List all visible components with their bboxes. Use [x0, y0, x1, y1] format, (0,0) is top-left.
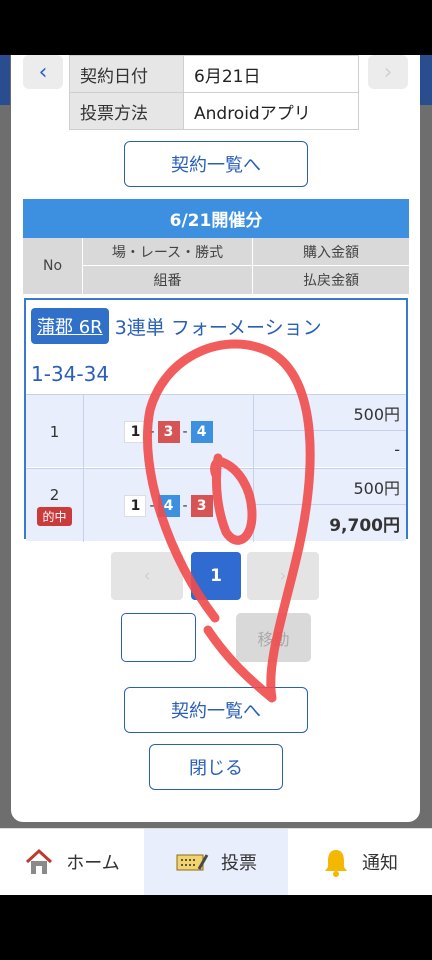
row-no-cell: 1 — [26, 395, 84, 468]
chevron-right-icon: › — [383, 59, 393, 85]
boat-number: 3 — [157, 420, 180, 443]
row-combo-cell: 1 - 3 - 4 — [84, 395, 254, 468]
tab-notice-label: 通知 — [362, 853, 398, 874]
home-icon — [24, 848, 54, 876]
close-button[interactable]: 閉じる — [149, 744, 283, 790]
previous-contract-button[interactable]: ‹ — [23, 55, 63, 89]
vote-method-label: 投票方法 — [69, 92, 184, 130]
purchase-amount: 500円 — [254, 395, 406, 431]
payout-amount: 9,700円 — [329, 516, 400, 536]
column-purchase: 購入金額 — [253, 238, 409, 266]
page-number-input[interactable] — [121, 613, 196, 662]
move-button[interactable]: 移動 — [236, 613, 311, 662]
pagination-prev-button[interactable]: ‹ — [111, 552, 183, 600]
boat-number: 4 — [157, 494, 180, 517]
tab-vote-label: 投票 — [221, 853, 257, 874]
row-combo-cell: 1 - 4 - 3 — [84, 469, 254, 542]
tab-notice[interactable]: 通知 — [288, 829, 432, 895]
bell-icon — [322, 847, 350, 877]
table-row: 1 1 - 3 - 4 500円 - — [26, 394, 406, 468]
pagination-next-button[interactable]: › — [247, 552, 319, 600]
race-line: 蒲郡 6R 3連単 フォーメーション — [31, 308, 322, 344]
row-no-cell: 2 的中 — [26, 469, 84, 542]
tab-home-label: ホーム — [66, 853, 120, 874]
tab-home[interactable]: ホーム — [0, 829, 144, 895]
payout-amount: - — [394, 440, 400, 459]
column-combo: 組番 — [83, 266, 253, 294]
bottom-tab-bar: ホーム 投票 通知 — [0, 828, 432, 895]
combination-text: 1-34-34 — [31, 362, 110, 386]
column-payout: 払戻金額 — [303, 273, 359, 289]
tab-vote[interactable]: 投票 — [144, 829, 288, 895]
pagination-page-1[interactable]: 1 — [191, 552, 241, 600]
column-no: No — [23, 238, 83, 294]
contract-list-button-top[interactable]: 契約一覧へ — [124, 141, 308, 187]
purchase-amount: 500円 — [254, 469, 406, 505]
table-row: 2 的中 1 - 4 - 3 500円 9,700円 — [26, 468, 406, 542]
contract-info-table: 契約日付 6月21日 投票方法 Androidアプリ — [69, 55, 359, 130]
background-header-edge — [0, 55, 10, 105]
column-race: 場・レース・勝式 — [83, 238, 253, 266]
boat-number: 3 — [190, 494, 213, 517]
venue-race-link[interactable]: 蒲郡 6R — [31, 308, 109, 344]
row-number: 1 — [49, 422, 60, 441]
bet-detail: 蒲郡 6R 3連単 フォーメーション 1-34-34 1 1 - 3 - 4 5… — [24, 298, 408, 542]
boat-number: 4 — [190, 420, 213, 443]
boat-number: 1 — [124, 420, 147, 443]
hit-badge: 的中 — [37, 506, 72, 526]
section-header: 6/21開催分 — [23, 199, 409, 238]
boat-number: 1 — [124, 494, 147, 517]
vote-method-value: Androidアプリ — [183, 92, 359, 130]
next-contract-button[interactable]: › — [368, 55, 408, 89]
chevron-left-icon: ‹ — [38, 59, 48, 85]
contract-detail-modal: ‹ › 契約日付 6月21日 投票方法 Androidアプリ 契約一覧へ 6/2… — [11, 55, 420, 822]
background-header-edge-right — [420, 55, 432, 105]
ticket-icon — [175, 849, 209, 875]
table-column-header: No 場・レース・勝式 購入金額 組番 払戻金額 — [23, 238, 409, 294]
contract-list-button-bottom[interactable]: 契約一覧へ — [124, 687, 308, 733]
contract-date-label: 契約日付 — [69, 55, 184, 93]
contract-date-value: 6月21日 — [183, 55, 359, 93]
row-number: 2 — [49, 485, 60, 504]
bet-type: 3連単 フォーメーション — [114, 316, 322, 339]
